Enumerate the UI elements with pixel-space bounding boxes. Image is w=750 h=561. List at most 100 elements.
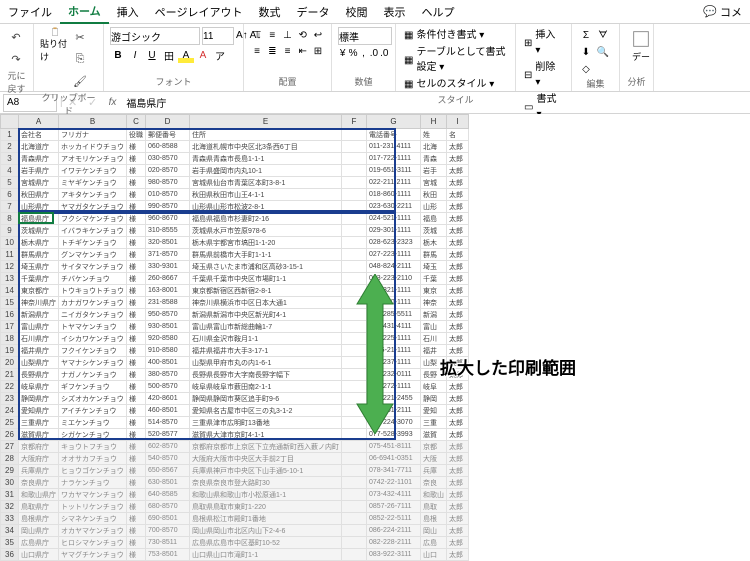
cell[interactable]: 520-8577 — [146, 429, 190, 441]
cell[interactable]: 北海 — [421, 141, 447, 153]
cell[interactable]: イシカワケンチョウ — [59, 333, 127, 345]
cell[interactable]: イバラキケンチョウ — [59, 225, 127, 237]
cell[interactable]: 330-9301 — [146, 261, 190, 273]
align-center-button[interactable]: ≣ — [265, 43, 279, 59]
row-header[interactable]: 15 — [1, 297, 19, 309]
cell[interactable]: 太郎 — [447, 333, 469, 345]
cell[interactable]: 様 — [127, 405, 146, 417]
dec-decimal-button[interactable]: .0 — [380, 45, 389, 61]
cell[interactable]: 320-8501 — [146, 237, 190, 249]
cell[interactable]: 様 — [127, 357, 146, 369]
cell[interactable]: 岩手県盛岡市内丸10-1 — [190, 165, 342, 177]
cell[interactable]: カナガワケンチョウ — [59, 297, 127, 309]
cell[interactable]: 076-431-4111 — [367, 321, 421, 333]
cell[interactable]: 神奈川県庁 — [19, 297, 59, 309]
cell[interactable]: 京都府庁 — [19, 441, 59, 453]
cell[interactable] — [342, 477, 367, 489]
cell[interactable]: 028-623-2323 — [367, 237, 421, 249]
cell[interactable] — [342, 321, 367, 333]
cell[interactable]: トチギケンチョウ — [59, 237, 127, 249]
cell[interactable]: 様 — [127, 273, 146, 285]
cell[interactable]: 06-6941-0351 — [367, 453, 421, 465]
cell[interactable] — [342, 525, 367, 537]
cell[interactable]: 様 — [127, 177, 146, 189]
row-header[interactable]: 20 — [1, 357, 19, 369]
cell[interactable]: フクイケンチョウ — [59, 345, 127, 357]
cell[interactable] — [342, 333, 367, 345]
cell[interactable]: 秋田県庁 — [19, 189, 59, 201]
cell[interactable] — [342, 141, 367, 153]
tab-review[interactable]: 校閲 — [337, 1, 375, 23]
cell[interactable]: 990-8570 — [146, 201, 190, 213]
cell[interactable]: 岩手 — [421, 165, 447, 177]
inc-decimal-button[interactable]: .0 — [369, 45, 378, 61]
cell[interactable]: 岐阜県岐阜市薮田南2-1-1 — [190, 381, 342, 393]
cell[interactable]: 077-528-3993 — [367, 429, 421, 441]
cell[interactable]: ヤマガタケンチョウ — [59, 201, 127, 213]
cell[interactable] — [342, 489, 367, 501]
cell[interactable]: 石川県庁 — [19, 333, 59, 345]
row-header[interactable]: 8 — [1, 213, 19, 225]
cell[interactable]: 宮城 — [421, 177, 447, 189]
cell[interactable]: 山口 — [421, 549, 447, 561]
cell[interactable]: 北海道札幌市中央区北3条西6丁目 — [190, 141, 342, 153]
cell[interactable]: 様 — [127, 417, 146, 429]
cell[interactable]: ヒョウゴケンチョウ — [59, 465, 127, 477]
cell[interactable]: トウキョウトチョウ — [59, 285, 127, 297]
cell[interactable]: 島根県松江市殿町1番地 — [190, 513, 342, 525]
copy-button[interactable]: ⎘ — [70, 49, 90, 69]
cell[interactable]: 奈良県奈良市登大路町30 — [190, 477, 342, 489]
cell[interactable]: 025-285-5511 — [367, 309, 421, 321]
col-header-b[interactable]: B — [59, 115, 127, 129]
row-header[interactable]: 1 — [1, 129, 19, 141]
cell[interactable]: 様 — [127, 393, 146, 405]
cell[interactable]: 024-521-1111 — [367, 213, 421, 225]
cell[interactable] — [342, 405, 367, 417]
row-header[interactable]: 14 — [1, 285, 19, 297]
cell[interactable]: 新潟県庁 — [19, 309, 59, 321]
cell[interactable] — [342, 369, 367, 381]
cell[interactable]: 和歌山 — [421, 489, 447, 501]
cell[interactable]: 新潟県新潟市中央区新光町4-1 — [190, 309, 342, 321]
cell[interactable]: 020-8570 — [146, 165, 190, 177]
fill-color-button[interactable]: A — [178, 47, 194, 63]
cell[interactable]: 様 — [127, 189, 146, 201]
cell[interactable]: 山形県庁 — [19, 201, 59, 213]
cell[interactable]: フクシマケンチョウ — [59, 213, 127, 225]
cell[interactable]: 山形 — [421, 201, 447, 213]
cell[interactable] — [342, 129, 367, 141]
cell[interactable] — [342, 249, 367, 261]
cell[interactable] — [342, 165, 367, 177]
row-header[interactable]: 28 — [1, 453, 19, 465]
align-left-button[interactable]: ≡ — [250, 43, 264, 59]
row-header[interactable]: 21 — [1, 369, 19, 381]
cell[interactable]: ナガノケンチョウ — [59, 369, 127, 381]
cell[interactable]: サイタマケンチョウ — [59, 261, 127, 273]
cell[interactable]: 様 — [127, 477, 146, 489]
cell[interactable]: 長野県庁 — [19, 369, 59, 381]
cell[interactable]: オオサカフチョウ — [59, 453, 127, 465]
cell[interactable]: ギフケンチョウ — [59, 381, 127, 393]
cell[interactable]: 富山 — [421, 321, 447, 333]
cell[interactable]: 075-451-8111 — [367, 441, 421, 453]
tab-file[interactable]: ファイル — [0, 1, 60, 23]
row-header[interactable]: 4 — [1, 165, 19, 177]
align-top-button[interactable]: ⊤ — [250, 27, 264, 43]
cell[interactable]: 埼玉県庁 — [19, 261, 59, 273]
tab-help[interactable]: ヘルプ — [413, 1, 462, 23]
orientation-button[interactable]: ⟲ — [296, 27, 310, 43]
select-all-corner[interactable] — [1, 115, 19, 129]
number-format-select[interactable] — [338, 27, 392, 45]
col-header-h[interactable]: H — [421, 115, 447, 129]
cell[interactable]: 広島県庁 — [19, 537, 59, 549]
cell[interactable]: 静岡 — [421, 393, 447, 405]
cell[interactable]: 群馬県前橋市大手町1-1-1 — [190, 249, 342, 261]
cell[interactable]: 郵便番号 — [146, 129, 190, 141]
cell[interactable]: 753-8501 — [146, 549, 190, 561]
cell[interactable]: 姓 — [421, 129, 447, 141]
cell[interactable] — [342, 393, 367, 405]
cell[interactable]: 083-922-3111 — [367, 549, 421, 561]
col-header-i[interactable]: I — [447, 115, 469, 129]
cell[interactable]: 400-8501 — [146, 357, 190, 369]
row-header[interactable]: 27 — [1, 441, 19, 453]
